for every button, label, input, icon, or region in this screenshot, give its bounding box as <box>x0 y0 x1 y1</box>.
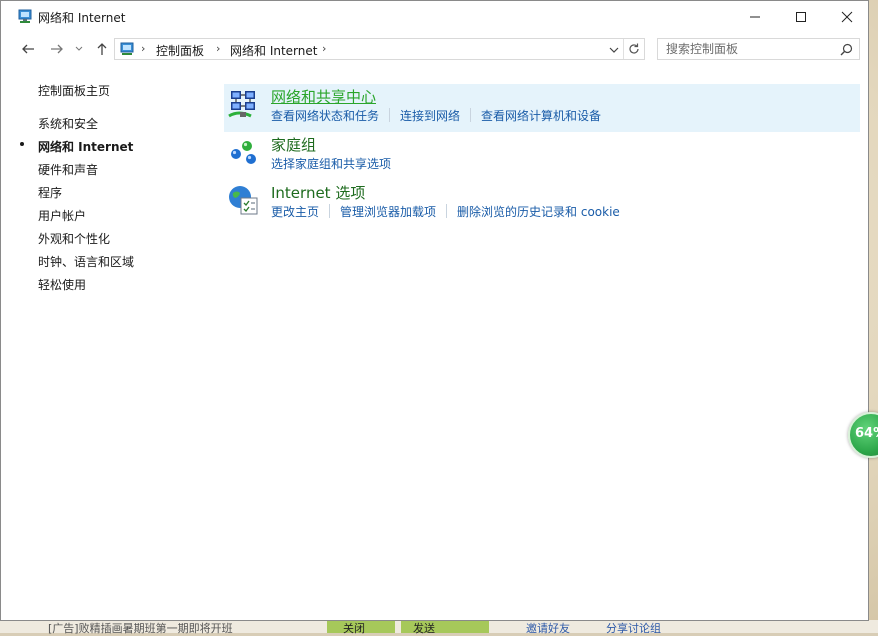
chevron-down-icon[interactable] <box>609 45 619 55</box>
gauge-percentage: 64% <box>855 426 878 441</box>
network-sharing-icon <box>228 91 255 118</box>
arrow-left-icon <box>22 44 34 54</box>
chevron-down-icon <box>75 46 83 51</box>
forward-button[interactable] <box>47 39 67 59</box>
view-network-status-link[interactable]: 查看网络状态和任务 <box>271 107 379 124</box>
breadcrumb-separator-icon[interactable]: › <box>141 42 145 55</box>
maximize-icon <box>796 11 806 22</box>
link-divider <box>389 108 391 122</box>
search-input[interactable] <box>662 41 840 57</box>
control-panel-window: 网络和 Internet › 控制面板 › 网络和 Internet › 搜索控… <box>0 0 869 621</box>
breadcrumb-network-internet[interactable]: 网络和 Internet <box>230 42 317 59</box>
ad-text: [广告]败精插画暑期班第一期即将开班 <box>48 622 233 635</box>
sidebar-item-appearance[interactable]: 外观和个性化 <box>38 230 110 247</box>
sidebar-item-hardware-sound[interactable]: 硬件和声音 <box>38 161 98 178</box>
manage-addons-link[interactable]: 管理浏览器加载项 <box>340 203 436 220</box>
delete-history-link[interactable]: 删除浏览的历史记录和 cookie <box>457 203 620 220</box>
change-homepage-link[interactable]: 更改主页 <box>271 203 319 220</box>
link-divider <box>329 204 331 218</box>
bg-share-link[interactable]: 分享讨论组 <box>606 620 661 636</box>
minimize-icon <box>750 16 760 17</box>
homegroup-icon <box>231 141 256 164</box>
control-panel-network-icon <box>120 42 134 55</box>
sidebar-item-user-accounts[interactable]: 用户帐户 <box>38 207 86 224</box>
close-icon <box>841 11 853 22</box>
connect-to-network-link[interactable]: 连接到网络 <box>400 107 460 124</box>
search-box[interactable] <box>657 38 860 60</box>
maximize-button[interactable] <box>778 1 824 32</box>
bg-invite-link[interactable]: 邀请好友 <box>526 620 570 636</box>
internet-options-icon <box>229 186 258 215</box>
refresh-icon[interactable] <box>627 42 641 56</box>
sidebar-item-ease-of-access[interactable]: 轻松使用 <box>38 276 86 293</box>
sidebar-item-network-internet[interactable]: 网络和 Internet <box>38 138 133 155</box>
address-divider <box>623 39 624 59</box>
category-internet-options[interactable]: Internet 选项 更改主页 管理浏览器加载项 删除浏览的历史记录和 cooki… <box>224 180 860 228</box>
up-button[interactable] <box>92 39 112 59</box>
recent-locations-button[interactable] <box>72 39 86 59</box>
address-box[interactable]: › 控制面板 › 网络和 Internet › <box>114 38 645 60</box>
network-sharing-center-link[interactable]: 网络和共享中心 <box>271 86 376 107</box>
sidebar-item-clock-language-region[interactable]: 时钟、语言和区域 <box>38 253 134 270</box>
sidebar-item-control-panel-home[interactable]: 控制面板主页 <box>38 82 110 99</box>
minimize-button[interactable] <box>732 1 778 32</box>
network-sharing-tasks: 查看网络状态和任务 连接到网络 查看网络计算机和设备 <box>271 107 601 123</box>
breadcrumb-separator-icon[interactable]: › <box>322 42 326 55</box>
category-homegroup[interactable]: 家庭组 选择家庭组和共享选项 <box>224 132 860 180</box>
homegroup-sharing-options-link[interactable]: 选择家庭组和共享选项 <box>271 155 391 172</box>
arrow-up-icon <box>97 43 107 55</box>
link-divider <box>446 204 448 218</box>
internet-options-link[interactable]: Internet 选项 <box>271 182 365 203</box>
control-panel-network-icon <box>18 9 32 23</box>
homegroup-tasks: 选择家庭组和共享选项 <box>271 155 391 171</box>
homegroup-link[interactable]: 家庭组 <box>271 134 316 155</box>
sidebar-item-programs[interactable]: 程序 <box>38 184 62 201</box>
internet-options-tasks: 更改主页 管理浏览器加载项 删除浏览的历史记录和 cookie <box>271 203 620 219</box>
sidebar-item-system-security[interactable]: 系统和安全 <box>38 115 98 132</box>
bg-close-button[interactable]: 关闭 <box>327 620 395 635</box>
active-item-bullet <box>20 142 24 146</box>
breadcrumb-control-panel[interactable]: 控制面板 <box>156 42 204 59</box>
bg-send-button[interactable]: 发送 <box>401 620 489 635</box>
search-icon[interactable] <box>840 43 853 56</box>
breadcrumb-separator-icon[interactable]: › <box>216 42 220 55</box>
category-network-sharing-center[interactable]: 网络和共享中心 查看网络状态和任务 连接到网络 查看网络计算机和设备 <box>224 84 860 132</box>
view-network-computers-link[interactable]: 查看网络计算机和设备 <box>481 107 601 124</box>
title-bar[interactable]: 网络和 Internet <box>1 1 868 32</box>
back-button[interactable] <box>18 39 38 59</box>
background-chat-window-strip: [广告]败精插画暑期班第一期即将开班 关闭 发送 邀请好友 分享讨论组 <box>0 620 878 636</box>
arrow-right-icon <box>51 44 63 54</box>
close-button[interactable] <box>824 1 870 32</box>
window-title: 网络和 Internet <box>38 11 126 25</box>
link-divider <box>470 108 472 122</box>
address-bar-row: › 控制面板 › 网络和 Internet › <box>1 35 868 63</box>
